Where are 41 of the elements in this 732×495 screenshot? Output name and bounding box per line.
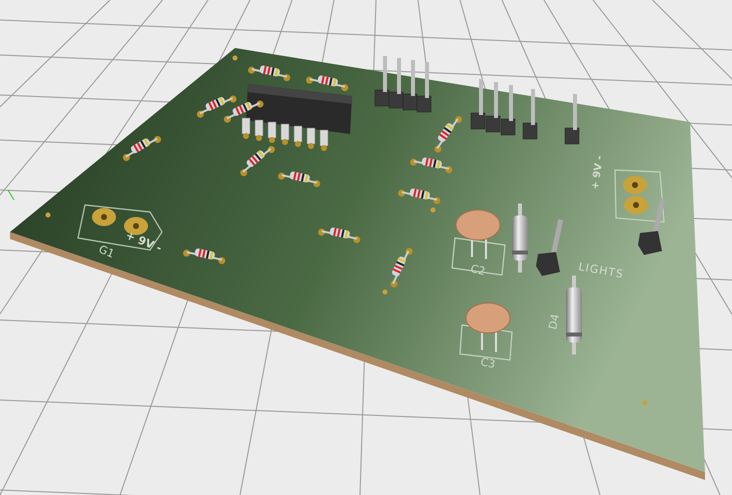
resistor xyxy=(278,170,320,188)
pin-post xyxy=(638,198,666,255)
resistor xyxy=(398,188,440,204)
resistor xyxy=(434,116,462,153)
via-hole xyxy=(430,208,436,212)
silkscreen-outline xyxy=(614,169,665,223)
resistor xyxy=(248,64,290,82)
capacitor xyxy=(466,302,510,352)
pin-header xyxy=(374,56,432,112)
resistor xyxy=(183,248,226,264)
via-hole xyxy=(382,290,388,294)
silkscreen-outline xyxy=(451,237,506,276)
solder-pad xyxy=(92,208,116,226)
solder-pad xyxy=(623,176,647,194)
silkscreen-label: G1 xyxy=(96,242,116,261)
capacitor xyxy=(456,210,500,259)
silkscreen-label: LIGHTS xyxy=(577,260,625,281)
via-hole xyxy=(46,212,50,218)
pin-post xyxy=(536,219,564,276)
silkscreen-label: + 9V - xyxy=(590,155,606,190)
silkscreen-label: C3 xyxy=(479,355,496,371)
pin-header xyxy=(522,89,538,140)
resistor xyxy=(224,100,264,123)
pin-header xyxy=(564,94,580,144)
axis-line xyxy=(8,190,14,200)
silkscreen-label: C2 xyxy=(469,262,486,278)
resistor xyxy=(240,146,275,176)
diode xyxy=(512,204,528,272)
silkscreen-label: D4 xyxy=(546,312,562,331)
solder-pad xyxy=(624,196,648,214)
via-hole xyxy=(232,56,238,60)
silkscreen-label: + 9V - xyxy=(124,228,164,255)
resistor xyxy=(196,96,236,118)
resistor xyxy=(122,136,162,161)
resistor xyxy=(390,248,413,288)
resistor xyxy=(306,74,348,92)
via-hole xyxy=(642,400,648,406)
resistor xyxy=(410,156,452,174)
resistor xyxy=(318,226,360,244)
pin-header xyxy=(470,79,516,136)
solder-pad xyxy=(124,217,148,235)
